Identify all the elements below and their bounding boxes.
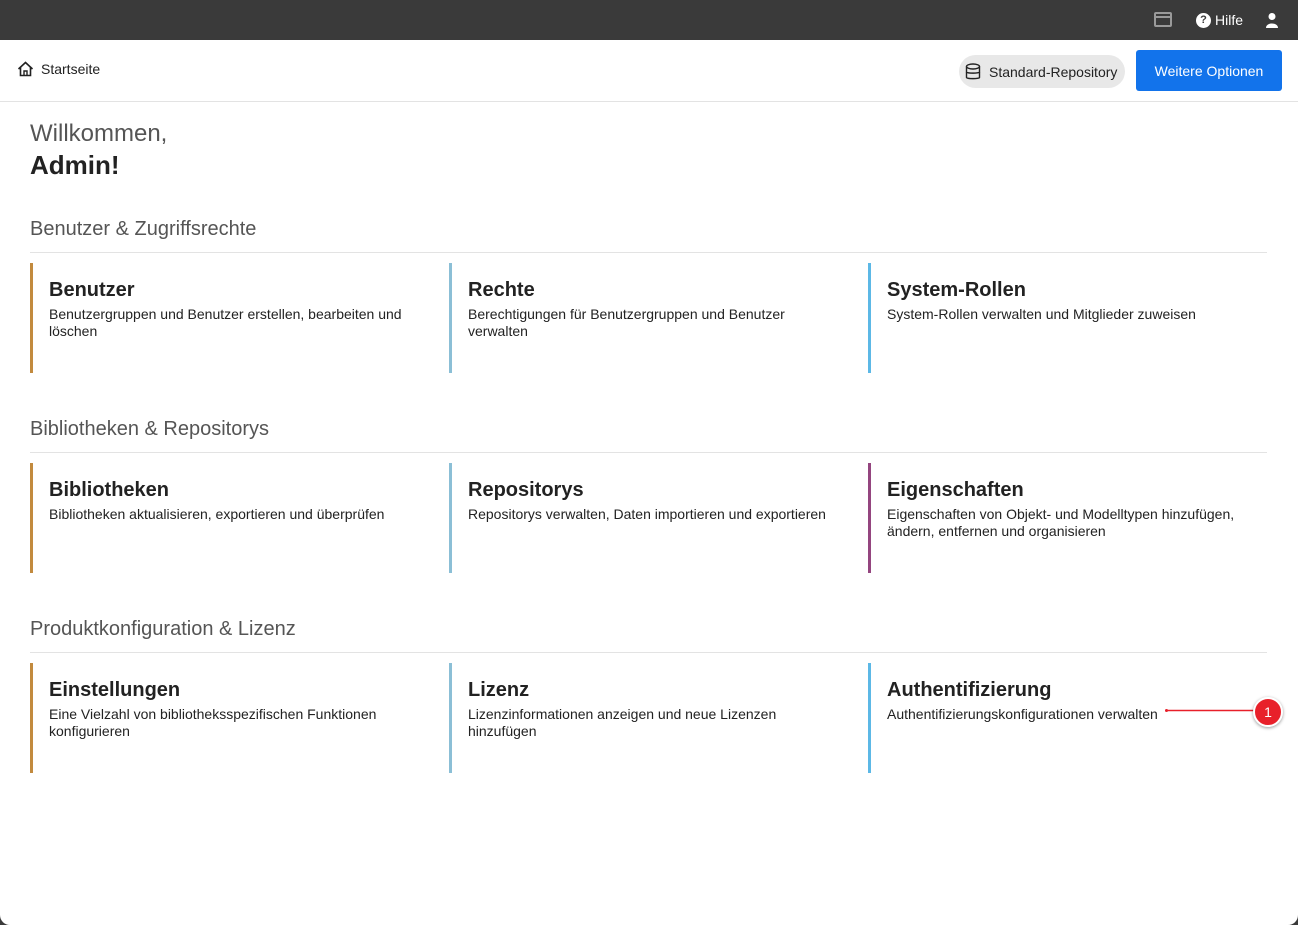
section-libraries-repositories: Bibliotheken & Repositorys Bibliotheken … [30, 416, 1267, 573]
section-title: Benutzer & Zugriffsrechte [30, 216, 1267, 253]
card-description: Eigenschaften von Objekt- und Modelltype… [887, 506, 1235, 539]
card-settings[interactable]: Einstellungen Eine Vielzahl von biblioth… [30, 663, 410, 773]
repository-label: Standard-Repository [989, 63, 1118, 80]
card-description: Berechtigungen für Benutzergruppen und B… [468, 306, 785, 339]
window-icon[interactable] [1154, 12, 1172, 27]
section-users-access: Benutzer & Zugriffsrechte Benutzer Benut… [30, 216, 1267, 373]
user-icon[interactable] [1264, 12, 1280, 28]
card-description: Lizenzinformationen anzeigen und neue Li… [468, 706, 777, 739]
home-label: Startseite [41, 61, 101, 77]
section-title: Produktkonfiguration & Lizenz [30, 616, 1267, 653]
card-permissions[interactable]: Rechte Berechtigungen für Benutzergruppe… [449, 263, 829, 373]
card-title: Lizenz [468, 679, 530, 701]
card-title: Einstellungen [49, 679, 181, 701]
more-options-button[interactable]: Weitere Optionen [1136, 50, 1282, 91]
annotation-marker: 1 [1253, 697, 1283, 727]
card-title: Rechte [468, 279, 535, 301]
main-page: Startseite Standard-Repository Weitere O… [0, 40, 1298, 925]
section-product-config-license: Produktkonfiguration & Lizenz Einstellun… [30, 616, 1267, 773]
card-properties[interactable]: Eigenschaften Eigenschaften von Objekt- … [868, 463, 1248, 573]
repository-selector[interactable]: Standard-Repository [959, 55, 1125, 88]
card-title: Repositorys [468, 479, 584, 501]
database-icon [965, 62, 981, 79]
card-system-roles[interactable]: System-Rollen System-Rollen verwalten un… [868, 263, 1248, 373]
card-description: Eine Vielzahl von bibliotheksspezifische… [49, 706, 377, 739]
help-link[interactable]: ? Hilfe [1196, 12, 1243, 28]
card-repositories[interactable]: Repositorys Repositorys verwalten, Daten… [449, 463, 829, 573]
card-license[interactable]: Lizenz Lizenzinformationen anzeigen und … [449, 663, 829, 773]
card-title: Bibliotheken [49, 479, 170, 501]
card-libraries[interactable]: Bibliotheken Bibliotheken aktualisieren,… [30, 463, 410, 573]
annotation-pointer [1165, 709, 1260, 712]
card-title: Eigenschaften [887, 479, 1024, 501]
home-icon [17, 61, 34, 77]
navbar: Startseite Standard-Repository Weitere O… [0, 40, 1298, 102]
help-icon: ? [1196, 12, 1211, 28]
section-title: Bibliotheken & Repositorys [30, 416, 1267, 453]
top-bar: ? Hilfe [0, 0, 1298, 40]
card-title: Benutzer [49, 279, 135, 301]
card-title: Authentifizierung [887, 679, 1052, 701]
home-link[interactable]: Startseite [17, 61, 100, 77]
card-users[interactable]: Benutzer Benutzergruppen und Benutzer er… [30, 263, 410, 373]
card-authentication[interactable]: Authentifizierung Authentifizierungskonf… [868, 663, 1248, 773]
welcome-username: Admin! [30, 150, 120, 180]
help-label: Hilfe [1215, 12, 1244, 28]
welcome-line: Willkommen, [30, 120, 168, 147]
card-description: System-Rollen verwalten und Mitglieder z… [887, 306, 1196, 322]
card-description: Repositorys verwalten, Daten importieren… [468, 506, 826, 522]
card-description: Benutzergruppen und Benutzer erstellen, … [49, 306, 402, 339]
welcome-heading: Willkommen, Admin! [30, 120, 167, 182]
card-description: Bibliotheken aktualisieren, exportieren … [49, 506, 385, 522]
card-title: System-Rollen [887, 279, 1026, 301]
